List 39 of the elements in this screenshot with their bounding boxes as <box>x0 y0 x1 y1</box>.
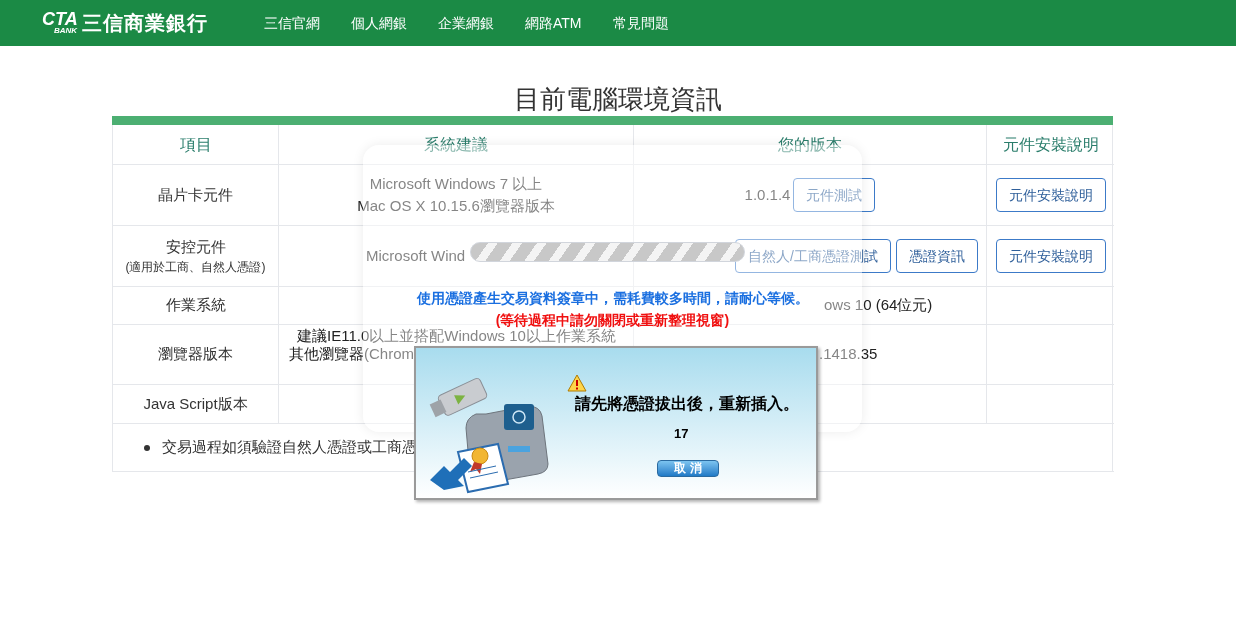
nav-link[interactable]: 三信官網 <box>264 12 320 34</box>
bullet-icon <box>144 444 150 451</box>
column-header: 項目 <box>179 134 212 155</box>
loading-message: 使用憑證產生交易資料簽章中，需耗費較多時間，請耐心等候。 <box>416 289 809 308</box>
nav-link[interactable]: 網路ATM <box>525 12 582 34</box>
warning-icon <box>567 374 587 392</box>
recommendation-text: Microsoft Windows 7 以上 <box>368 173 544 194</box>
item-name: 瀏覽器版本 <box>158 344 233 365</box>
action-button[interactable]: 自然人/工商憑證測試 <box>735 239 891 273</box>
recommendation-text: Microsoft Wind <box>366 245 466 266</box>
loading-warning: (等待過程中請勿關閉或重新整理視窗) <box>495 311 730 329</box>
cancel-button[interactable]: 取 消 <box>657 460 719 477</box>
column-header: 您的版本 <box>778 134 842 155</box>
column-header: 元件安裝說明 <box>1002 134 1099 155</box>
action-button[interactable]: 元件安裝說明 <box>995 239 1106 273</box>
nav-link[interactable]: 常見問題 <box>612 12 669 34</box>
version-text: ows 10 (64位元) <box>824 295 933 316</box>
item-note: (適用於工商、自然人憑證) <box>125 259 266 277</box>
logo-mark: CTA <box>42 11 78 27</box>
countdown-number: 17 <box>674 425 689 443</box>
version-text: .1418.35 <box>819 344 878 365</box>
page-title: 目前電腦環境資訊 <box>513 83 723 116</box>
action-button[interactable]: 元件測試 <box>793 178 876 212</box>
nav-link[interactable]: 個人網銀 <box>351 12 407 34</box>
item-name: 晶片卡元件 <box>158 184 233 205</box>
dialog-message: 請先將憑證拔出後，重新插入。 <box>575 394 799 414</box>
recommendation-text: 建議IE11.0以上並搭配Windows 10以上作業系統 <box>296 327 616 345</box>
item-name: 作業系統 <box>165 295 226 316</box>
item-name: Java Script版本 <box>143 393 248 414</box>
recommendation-text: Mac OS X 10.15.6瀏覽器版本 <box>356 196 556 216</box>
version-text: 1.0.1.4 <box>744 184 791 205</box>
item-name: 安控元件 <box>165 236 226 257</box>
nav-link[interactable]: 企業網銀 <box>438 12 494 34</box>
column-header: 系統建議 <box>424 134 488 155</box>
recommendation-text: 其他瀏覽器(Chrom <box>288 345 415 363</box>
action-button[interactable]: 憑證資訊 <box>896 239 978 273</box>
logo-subtext: BANK <box>53 27 78 35</box>
action-button[interactable]: 元件安裝說明 <box>995 178 1106 212</box>
bank-name: 三信商業銀行 <box>81 11 208 36</box>
